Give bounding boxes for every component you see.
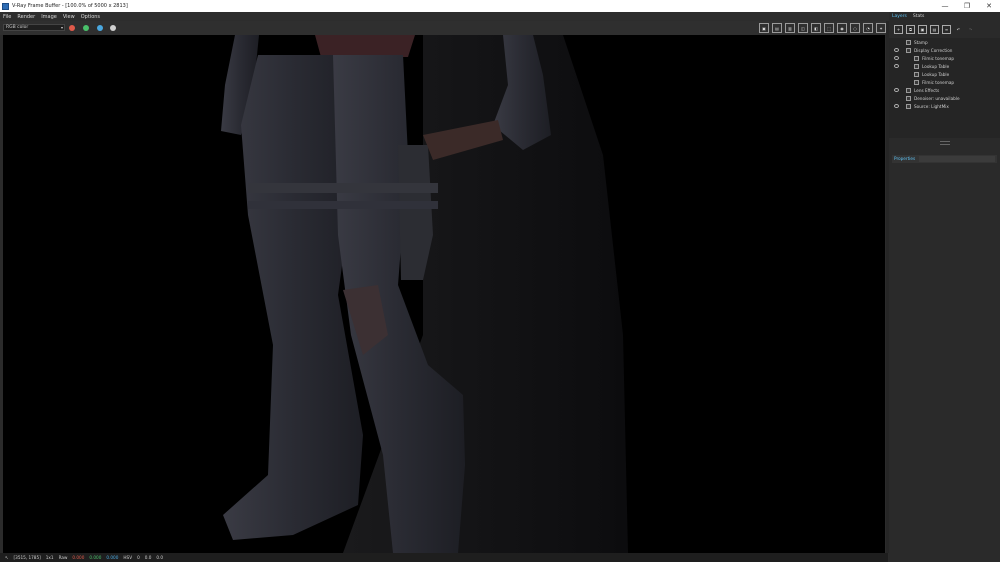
layer-label: Denoiser: unavailable	[914, 96, 960, 101]
render-icon[interactable]: ◉	[837, 23, 847, 33]
layers-panel: Layers Stats + ⧉ ▣ ▤ ≡ ↶ ↷ Stamp Display …	[889, 12, 1000, 562]
cloth-hem	[315, 35, 415, 57]
thigh-strap-lower	[248, 201, 438, 209]
redo-icon[interactable]: ↷	[966, 25, 975, 34]
layer-row[interactable]: Lookup Table	[889, 63, 1000, 71]
menu-options[interactable]: Options	[78, 14, 103, 20]
menu-view[interactable]: View	[60, 14, 78, 20]
undo-icon[interactable]: ↶	[954, 25, 963, 34]
zoom-level[interactable]: 1x1	[46, 555, 54, 560]
thigh-strap	[248, 183, 438, 193]
menu-render[interactable]: Render	[14, 14, 38, 20]
window-title: V-Ray Frame Buffer - [100.0% of 5000 x 2…	[12, 3, 128, 9]
layer-type-icon	[914, 72, 919, 77]
chevron-down-icon: ▾	[60, 25, 63, 30]
channel-dropdown-value: RGB color	[6, 25, 29, 30]
compare-icon[interactable]: ◧	[811, 23, 821, 33]
tab-layers[interactable]: Layers	[889, 14, 910, 19]
red-channel-toggle[interactable]	[69, 25, 75, 31]
cursor-icon: ↖	[5, 555, 9, 560]
close-button[interactable]: ✕	[978, 0, 1000, 12]
menu-file[interactable]: File	[0, 14, 14, 20]
eye-icon[interactable]	[894, 104, 899, 108]
layer-label: Lookup Table	[922, 64, 950, 69]
panel-resize-grip[interactable]	[940, 141, 950, 145]
eye-icon[interactable]	[894, 88, 899, 92]
hsv-label[interactable]: HSV	[123, 555, 132, 560]
hue-value: 0	[137, 555, 140, 560]
save-all-icon[interactable]: ▤	[772, 23, 782, 33]
add-layer-icon[interactable]: +	[894, 24, 903, 34]
save-icon[interactable]: ▣	[759, 23, 769, 33]
tab-stats[interactable]: Stats	[910, 14, 928, 19]
window-controls: — ❐ ✕	[934, 0, 1000, 12]
layer-label: Filmic tonemap	[922, 56, 955, 61]
blue-value: 0.000	[106, 555, 119, 560]
layer-type-icon	[914, 80, 919, 85]
render-viewport[interactable]	[3, 35, 885, 553]
red-value: 0.000	[72, 555, 85, 560]
list-icon[interactable]: ≡	[942, 24, 951, 34]
layer-row[interactable]: Display Correction	[889, 47, 1000, 55]
layer-type-icon	[906, 96, 911, 101]
duplicate-layer-icon[interactable]: ⧉	[906, 24, 915, 34]
load-preset-icon[interactable]: ▤	[930, 24, 939, 34]
load-icon[interactable]: ▥	[785, 23, 795, 33]
eye-icon[interactable]	[894, 48, 899, 52]
blue-channel-toggle[interactable]	[97, 25, 103, 31]
layer-row[interactable]: Lookup Table	[889, 71, 1000, 79]
vray-app-icon	[2, 2, 9, 10]
pixel-coords: [3515, 1785]	[13, 555, 41, 560]
alpha-channel-toggle[interactable]	[110, 25, 116, 31]
stop-icon[interactable]: ○	[850, 23, 860, 33]
toolbar-icons: ▣ ▤ ▥ ◫ ◧ ⬚ ◉ ○ ◔ ✦	[759, 23, 886, 33]
properties-field	[919, 156, 995, 162]
panel-tabs: Layers Stats	[889, 12, 1000, 21]
layer-label: Source: LightMix	[914, 104, 949, 109]
minimize-button[interactable]: —	[934, 0, 956, 12]
layer-row[interactable]: Lens Effects	[889, 87, 1000, 95]
value-value: 0.0	[156, 555, 164, 560]
ref-icon[interactable]: ◫	[798, 23, 808, 33]
layer-label: Display Correction	[914, 48, 953, 53]
properties-header: Properties	[892, 155, 997, 163]
raw-label: Raw	[58, 555, 68, 560]
region-icon[interactable]: ⬚	[824, 23, 834, 33]
render-image	[221, 35, 628, 553]
layer-label: Lookup Table	[922, 72, 950, 77]
menu-image[interactable]: Image	[38, 14, 60, 20]
layer-type-icon	[906, 88, 911, 93]
teapot-icon[interactable]: ◔	[863, 23, 873, 33]
save-preset-icon[interactable]: ▣	[918, 24, 927, 34]
layer-row[interactable]: Denoiser: unavailable	[889, 95, 1000, 103]
layer-label: Stamp	[914, 40, 928, 45]
layer-type-icon	[914, 64, 919, 69]
layer-tree: Stamp Display Correction Filmic tonemap Loo…	[889, 38, 1000, 138]
settings-icon[interactable]: ✦	[876, 23, 886, 33]
layers-toolbar: + ⧉ ▣ ▤ ≡ ↶ ↷	[889, 22, 1000, 36]
layer-type-icon	[906, 104, 911, 109]
layer-row[interactable]: Source: LightMix	[889, 103, 1000, 111]
menu-bar: File Render Image View Options	[0, 12, 1000, 21]
channel-dropdown[interactable]: RGB color ▾	[3, 24, 65, 31]
layer-type-icon	[914, 56, 919, 61]
layer-type-icon	[906, 40, 911, 45]
title-bar: V-Ray Frame Buffer - [100.0% of 5000 x 2…	[0, 0, 1000, 12]
layer-row[interactable]: Filmic tonemap	[889, 79, 1000, 87]
frame-buffer-toolbar: RGB color ▾ ▣ ▤ ▥ ◫ ◧ ⬚ ◉ ○ ◔ ✦	[0, 21, 888, 35]
layer-row[interactable]: Stamp	[889, 39, 1000, 47]
eye-icon[interactable]	[894, 56, 899, 60]
layer-label: Filmic tonemap	[922, 80, 955, 85]
layer-type-icon	[906, 48, 911, 53]
layer-label: Lens Effects	[914, 88, 940, 93]
green-value: 0.000	[89, 555, 102, 560]
properties-label: Properties	[894, 156, 916, 161]
layer-row[interactable]: Filmic tonemap	[889, 55, 1000, 63]
green-channel-toggle[interactable]	[83, 25, 89, 31]
status-bar: ↖ [3515, 1785] 1x1 Raw 0.000 0.000 0.000…	[0, 553, 888, 562]
maximize-button[interactable]: ❐	[956, 0, 978, 12]
eye-icon[interactable]	[894, 64, 899, 68]
saturation-value: 0.0	[144, 555, 152, 560]
